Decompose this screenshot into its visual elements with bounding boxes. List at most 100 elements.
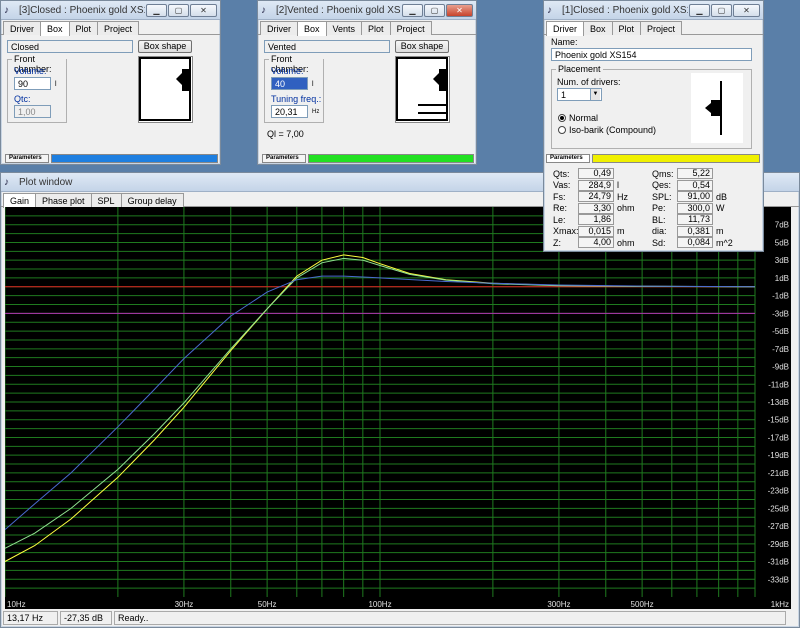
minimize-button[interactable]: ▁ xyxy=(146,3,167,17)
minimize-button[interactable]: ▁ xyxy=(689,3,710,17)
num-drivers-value: 1 xyxy=(561,90,567,100)
x-tick-label: 30Hz xyxy=(175,600,194,609)
gain-chart-svg: 7dB 5dB 3dB 1dB -1dB -3dB -5dB -7dB -9dB -11dB -13… xyxy=(5,207,789,609)
window-1-title: [1]Closed : Phoenix gold XS154 xyxy=(562,4,688,16)
param-value[interactable]: 284,9 xyxy=(578,179,614,191)
tab-spl[interactable]: SPL xyxy=(90,193,122,207)
param-value[interactable]: 300,0 xyxy=(677,202,713,214)
y-tick-label: -7dB xyxy=(772,345,789,354)
param-value[interactable]: 24,79 xyxy=(578,191,614,202)
num-drivers-select[interactable]: 1 ▼ xyxy=(557,88,602,101)
param-unit: m^2 xyxy=(716,237,733,248)
param-value[interactable]: 11,73 xyxy=(677,214,713,225)
tab-plot[interactable]: Plot xyxy=(611,21,642,35)
param-unit: dB xyxy=(716,191,728,202)
params-strip: Parameters xyxy=(5,153,218,163)
close-button[interactable]: ✕ xyxy=(190,3,217,17)
vented-speaker-icon xyxy=(396,57,448,121)
param-value[interactable]: 5,22 xyxy=(677,168,713,179)
param-value[interactable]: 0,49 xyxy=(578,168,614,179)
y-tick-label: -31dB xyxy=(768,558,789,567)
gain-plot[interactable]: 7dB 5dB 3dB 1dB -1dB -3dB -5dB -7dB -9dB -11dB -13… xyxy=(5,207,791,609)
parameters-tab[interactable]: Parameters xyxy=(5,153,49,163)
app-icon: ♪ xyxy=(547,4,552,16)
tab-driver[interactable]: Driver xyxy=(3,21,41,35)
tab-vents[interactable]: Vents xyxy=(325,21,363,35)
param-value[interactable]: 4,00 xyxy=(578,237,614,248)
param-value[interactable]: 0,54 xyxy=(677,179,713,191)
param-label: Fs: xyxy=(553,191,566,202)
y-tick-label: -29dB xyxy=(768,540,789,549)
tab-group-delay[interactable]: Group delay xyxy=(120,193,184,207)
tab-project[interactable]: Project xyxy=(389,21,432,35)
param-value[interactable]: 91,00 xyxy=(677,191,713,202)
window-1-titlebar[interactable]: ♪ [1]Closed : Phoenix gold XS154 ▁ ▢ ✕ xyxy=(544,1,763,20)
param-value[interactable]: 1,86 xyxy=(578,214,614,225)
box-shape-button[interactable]: Box shape xyxy=(138,40,192,53)
param-row: Sd: 0,084 m^2 xyxy=(652,237,741,248)
param-label: Xmax: xyxy=(553,226,579,236)
radio-normal[interactable] xyxy=(558,114,566,122)
tab-driver[interactable]: Driver xyxy=(260,21,298,35)
volume-input[interactable]: 40 xyxy=(271,77,308,90)
tab-plot[interactable]: Plot xyxy=(68,21,99,35)
param-value[interactable]: 0,015 xyxy=(578,225,614,237)
param-label: Qts: xyxy=(553,168,570,179)
tab-phase-plot[interactable]: Phase plot xyxy=(35,193,92,207)
tuning-freq-label: Tuning freq.: xyxy=(271,94,322,104)
color-strip xyxy=(51,153,218,163)
color-strip xyxy=(592,153,760,163)
driver-name-input[interactable]: Phoenix gold XS154 xyxy=(551,48,752,61)
param-row: Qms: 5,22 xyxy=(652,168,741,179)
y-tick-label: -27dB xyxy=(768,522,789,531)
box-shape-button[interactable]: Box shape xyxy=(395,40,449,53)
tuning-freq-input[interactable]: 20,31 xyxy=(271,105,308,118)
tab-project[interactable]: Project xyxy=(640,21,683,35)
window-2-tabs: Driver Box Vents Plot Project xyxy=(258,21,476,36)
y-tick-label: 7dB xyxy=(775,221,789,230)
volume-input[interactable]: 90 xyxy=(14,77,51,90)
close-button[interactable]: ✕ xyxy=(446,3,473,17)
driver-side-icon xyxy=(691,73,743,143)
tab-box[interactable]: Box xyxy=(40,21,70,36)
x-tick-label: 1kHz xyxy=(771,600,789,609)
box-type-field: Closed xyxy=(7,40,133,53)
qtc-label: Qtc: xyxy=(14,94,31,104)
param-row: Qts: 0,49 xyxy=(553,168,642,179)
radio-dot-icon xyxy=(560,116,564,120)
box-shape-preview xyxy=(138,56,193,123)
parameters-tab[interactable]: Parameters xyxy=(546,153,590,163)
param-value[interactable]: 3,30 xyxy=(578,202,614,214)
chevron-down-icon: ▼ xyxy=(590,89,600,100)
app-icon: ♪ xyxy=(4,176,9,188)
tab-project[interactable]: Project xyxy=(97,21,140,35)
y-tick-label: 5dB xyxy=(775,238,789,247)
window-1-tabs: Driver Box Plot Project xyxy=(544,21,763,36)
maximize-button[interactable]: ▢ xyxy=(711,3,732,17)
close-button[interactable]: ✕ xyxy=(733,3,760,17)
x-tick-label: 10Hz xyxy=(7,600,26,609)
tab-box[interactable]: Box xyxy=(583,21,613,35)
tuning-freq-unit: Hz xyxy=(312,109,320,115)
window-3-title: [3]Closed : Phoenix gold XS154 xyxy=(19,4,145,16)
window-2-titlebar[interactable]: ♪ [2]Vented : Phoenix gold XS154 ▁ ▢ ✕ xyxy=(258,1,476,20)
tab-plot[interactable]: Plot xyxy=(361,21,391,35)
status-bar: 13,17 Hz -27,35 dB Ready.. xyxy=(3,611,795,626)
param-row: Fs: 24,79 Hz xyxy=(553,191,642,202)
param-label: BL: xyxy=(652,214,666,225)
tab-box[interactable]: Box xyxy=(297,21,327,36)
radio-isobarik[interactable] xyxy=(558,126,566,134)
param-value[interactable]: 0,084 xyxy=(677,237,713,248)
tab-gain[interactable]: Gain xyxy=(3,193,37,208)
window-3-titlebar[interactable]: ♪ [3]Closed : Phoenix gold XS154 ▁ ▢ ✕ xyxy=(1,1,220,20)
param-label: Qes: xyxy=(652,180,672,190)
minimize-button[interactable]: ▁ xyxy=(402,3,423,17)
tab-driver[interactable]: Driver xyxy=(546,21,584,36)
y-tick-label: -3dB xyxy=(772,309,789,318)
parameters-tab[interactable]: Parameters xyxy=(262,153,306,163)
maximize-button[interactable]: ▢ xyxy=(424,3,445,17)
param-value[interactable]: 0,381 xyxy=(677,225,713,237)
ql-readout: Ql = 7,00 xyxy=(267,129,304,139)
param-row: SPL: 91,00 dB xyxy=(652,191,741,202)
maximize-button[interactable]: ▢ xyxy=(168,3,189,17)
